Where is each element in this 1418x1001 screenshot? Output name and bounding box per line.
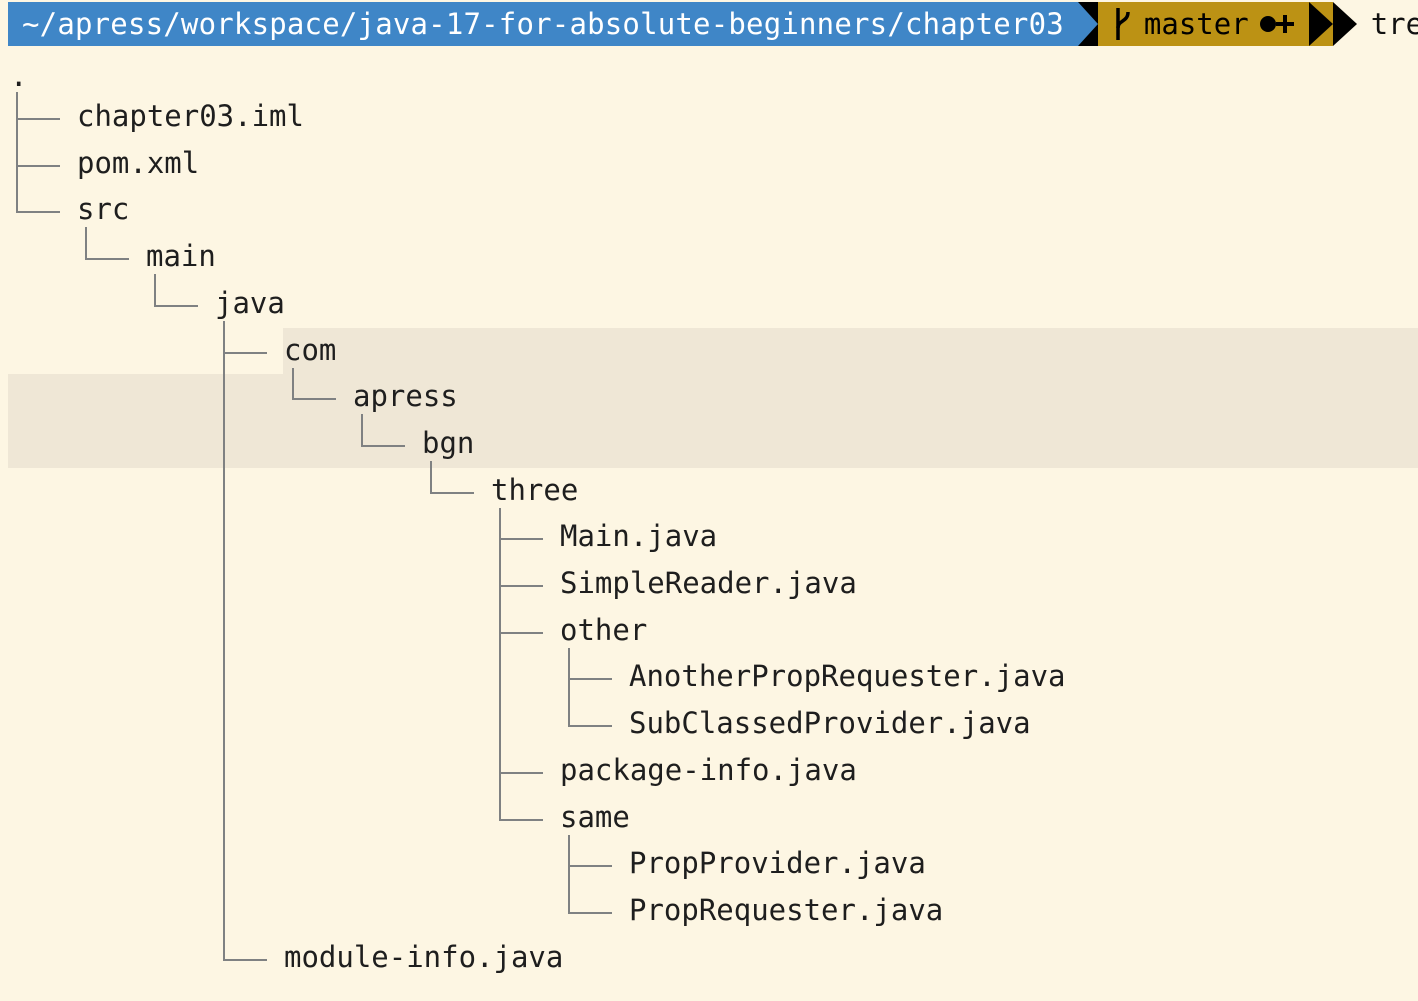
directory-tree: chapter03.iml pom.xml src main java com apress…	[0, 0, 1418, 1001]
tree-connector	[361, 414, 363, 446]
tree-connector	[430, 460, 432, 493]
tree-connector	[430, 491, 474, 494]
tree-entry: src	[77, 192, 130, 227]
tree-connector	[16, 164, 60, 167]
tree-entry: Main.java	[560, 519, 718, 554]
tree-connector	[223, 320, 225, 960]
tree-connector	[361, 444, 405, 447]
tree-entry: pom.xml	[77, 145, 200, 180]
tree-connector	[16, 118, 60, 120]
tree-connector	[292, 367, 294, 400]
tree-entry: bgn	[422, 425, 475, 460]
tree-entry: apress	[353, 379, 458, 414]
tree-connector	[568, 865, 612, 868]
tree-entry: module-info.java	[284, 939, 564, 974]
tree-connector	[568, 678, 612, 681]
tree-entry: three	[491, 472, 579, 507]
tree-connector	[292, 398, 336, 401]
tree-connector	[499, 771, 543, 774]
tree-entry: PropRequester.java	[629, 892, 944, 927]
tree-entry: SubClassedProvider.java	[629, 706, 1031, 741]
tree-connector	[568, 911, 612, 914]
tree-entry: AnotherPropRequester.java	[629, 659, 1066, 694]
tree-connector	[499, 585, 543, 587]
tree-connector	[223, 958, 267, 961]
tree-entry: java	[215, 285, 285, 320]
tree-connector	[16, 92, 18, 213]
tree-entry: PropProvider.java	[629, 846, 926, 881]
tree-connector	[16, 211, 60, 214]
tree-entry: package-info.java	[560, 752, 857, 787]
tree-connector	[568, 725, 612, 728]
tree-connector	[85, 258, 129, 261]
tree-connector	[154, 274, 156, 306]
tree-entry: chapter03.iml	[77, 99, 304, 133]
tree-connector	[499, 507, 501, 820]
tree-connector	[499, 818, 543, 821]
tree-connector	[499, 538, 543, 541]
tree-entry: same	[560, 799, 630, 834]
tree-connector	[499, 631, 543, 634]
tree-entry: SimpleReader.java	[560, 566, 857, 600]
tree-connector	[223, 351, 267, 354]
tree-connector	[85, 227, 87, 260]
tree-entry: main	[146, 239, 216, 274]
tree-entry: other	[560, 612, 648, 647]
tree-connector	[154, 304, 198, 307]
tree-connector	[568, 647, 570, 727]
tree-connector	[568, 834, 570, 913]
tree-entry: com	[284, 332, 337, 367]
